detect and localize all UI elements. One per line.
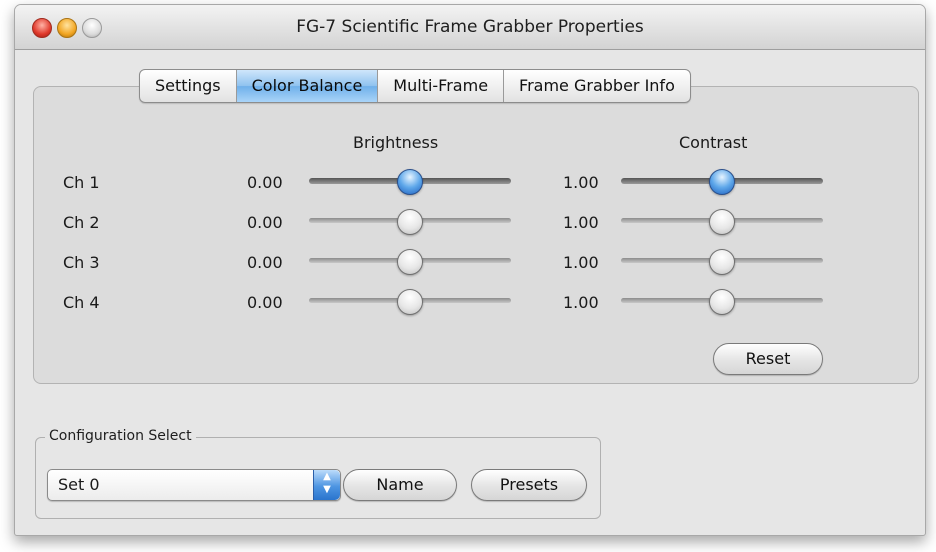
tab-bar: Settings Color Balance Multi-Frame Frame… <box>139 69 691 103</box>
contrast-value: 1.00 <box>563 293 599 312</box>
configuration-select-value: Set 0 <box>58 475 100 494</box>
configuration-group-title: Configuration Select <box>45 428 196 444</box>
contrast-slider-knob[interactable] <box>709 169 735 195</box>
brightness-header: Brightness <box>353 133 439 152</box>
brightness-slider-knob[interactable] <box>397 169 423 195</box>
channel-label: Ch 1 <box>63 173 100 192</box>
properties-window: FG-7 Scientific Frame Grabber Properties… <box>14 4 926 536</box>
contrast-value: 1.00 <box>563 213 599 232</box>
contrast-value: 1.00 <box>563 253 599 272</box>
tab-frame-grabber-info[interactable]: Frame Grabber Info <box>504 70 690 102</box>
window-title: FG-7 Scientific Frame Grabber Properties <box>296 17 644 37</box>
channel-label: Ch 2 <box>63 213 100 232</box>
title-bar: FG-7 Scientific Frame Grabber Properties <box>15 5 925 50</box>
brightness-value: 0.00 <box>247 213 283 232</box>
contrast-header: Contrast <box>679 133 748 152</box>
contrast-slider-knob[interactable] <box>709 289 735 315</box>
tab-multi-frame[interactable]: Multi-Frame <box>378 70 505 102</box>
brightness-value: 0.00 <box>247 173 283 192</box>
brightness-value: 0.00 <box>247 253 283 272</box>
brightness-slider-knob[interactable] <box>397 249 423 275</box>
brightness-slider-knob[interactable] <box>397 209 423 235</box>
brightness-slider-knob[interactable] <box>397 289 423 315</box>
reset-button[interactable]: Reset <box>713 343 823 375</box>
tab-color-balance[interactable]: Color Balance <box>236 70 379 102</box>
contrast-slider-knob[interactable] <box>709 249 735 275</box>
brightness-value: 0.00 <box>247 293 283 312</box>
presets-button[interactable]: Presets <box>471 469 587 501</box>
channel-label: Ch 4 <box>63 293 100 312</box>
select-arrows-icon: ▲ ▼ <box>313 470 340 500</box>
color-balance-panel <box>33 86 919 384</box>
channel-label: Ch 3 <box>63 253 100 272</box>
contrast-slider-knob[interactable] <box>709 209 735 235</box>
contrast-value: 1.00 <box>563 173 599 192</box>
tab-settings[interactable]: Settings <box>140 70 237 102</box>
configuration-select[interactable]: Set 0 ▲ ▼ <box>47 469 341 501</box>
name-button[interactable]: Name <box>343 469 457 501</box>
